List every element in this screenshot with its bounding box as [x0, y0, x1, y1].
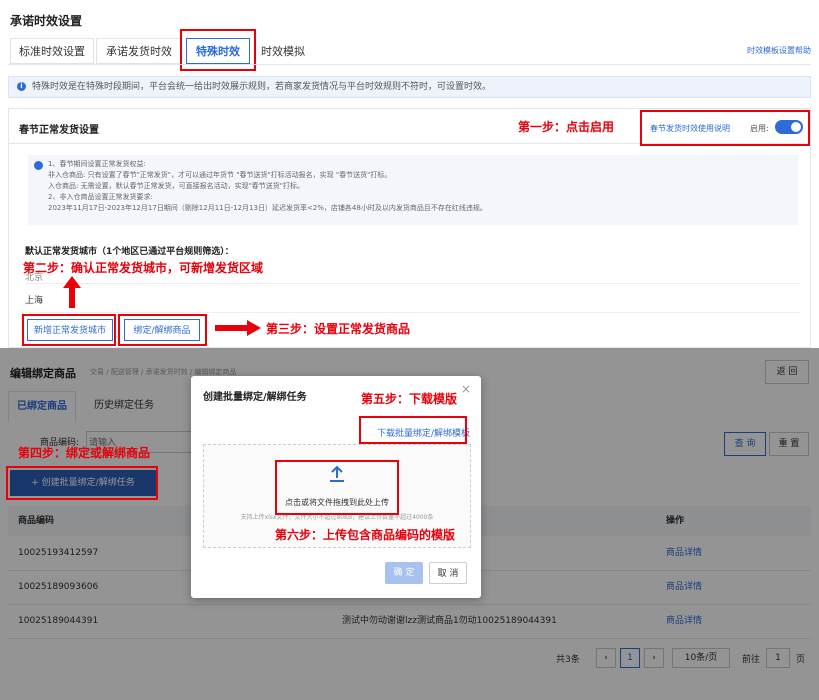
default-cities-title: 默认正常发货城市（1个地区已通过平台规则筛选）：: [25, 247, 234, 257]
section-title: 春节正常发货设置: [19, 125, 99, 136]
help-link[interactable]: 时效模板设置帮助: [747, 45, 811, 56]
step1-annotation: 第一步：点击启用: [518, 120, 615, 134]
tab-divider: [8, 64, 811, 65]
create-batch-task-modal: 创建批量绑定/解绑任务 × 第五步：下载模版 下载批量绑定/解绑模板 点击或将文…: [191, 376, 481, 598]
step4-annotation: 第四步：绑定或解绑商品: [18, 446, 151, 460]
rule-line: 1、春节期间设置正常发货权益:: [48, 160, 146, 168]
step5-annotation: 第五步：下载模版: [361, 392, 458, 406]
enable-label: 启用:: [750, 124, 769, 133]
step6-annotation: 第六步：上传包含商品编码的模版: [275, 528, 456, 542]
cancel-button[interactable]: 取 消: [429, 562, 467, 584]
confirm-button[interactable]: 确 定: [385, 562, 423, 584]
usage-guide-link[interactable]: 春节发货时效使用说明: [650, 123, 730, 134]
arrow-right-icon: [215, 320, 261, 336]
rule-line: 2、非入仓商品设置正常发货要求:: [48, 193, 153, 201]
tab-promised-shipping[interactable]: 承诺发货时效: [96, 38, 182, 64]
city-item-shanghai: 上海: [25, 296, 44, 306]
rule-line: 入仓商品: 无需设置，默认春节正常发货，可直接报名活动，实现"春节送货"打标。: [48, 182, 305, 190]
step4-highlight-box: [6, 466, 158, 500]
info-icon: i: [17, 82, 26, 91]
page-title: 承诺时效设置: [10, 14, 83, 28]
enable-toggle[interactable]: [775, 120, 803, 134]
step2-highlight-box: [22, 314, 116, 346]
timeliness-settings-panel: 承诺时效设置 标准时效设置 承诺发货时效 特殊时效 时效模拟 时效模板设置帮助 …: [0, 0, 819, 348]
close-icon[interactable]: ×: [461, 382, 471, 396]
step6-highlight-box: [275, 460, 399, 515]
arrow-up-icon: [63, 276, 81, 308]
modal-title: 创建批量绑定/解绑任务: [203, 392, 307, 403]
step3-annotation: 第三步：设置正常发货商品: [266, 322, 411, 336]
rule-line: 2023年11月17日-2023年12月17日期间（剔除12月11日-12月13…: [48, 204, 487, 212]
step2-annotation: 第二步：确认正常发货城市，可新增发货区域: [23, 261, 264, 275]
tab-timeliness-simulation[interactable]: 时效模拟: [252, 38, 314, 64]
city-divider: [25, 283, 800, 284]
notice-bar: i 特殊时效是在特殊时段期间，平台会统一给出时效展示规则，若商家发货情况与平台时效…: [8, 76, 811, 98]
rules-box: 1、春节期间设置正常发货权益: 非入仓商品: 只有设置了春节"正常发货"，才可以…: [28, 155, 798, 225]
step5-highlight-box: [359, 416, 467, 444]
city-divider: [25, 312, 800, 313]
tab-standard-timeliness[interactable]: 标准时效设置: [10, 38, 94, 64]
step3-highlight-box: [118, 314, 207, 346]
info-icon: [34, 160, 43, 171]
notice-text: 特殊时效是在特殊时段期间，平台会统一给出时效展示规则，若商家发货情况与平台时效规…: [32, 82, 492, 92]
rule-line: 非入仓商品: 只有设置了春节"正常发货"，才可以通过年货节 "春节送货"打标活动…: [48, 171, 392, 179]
